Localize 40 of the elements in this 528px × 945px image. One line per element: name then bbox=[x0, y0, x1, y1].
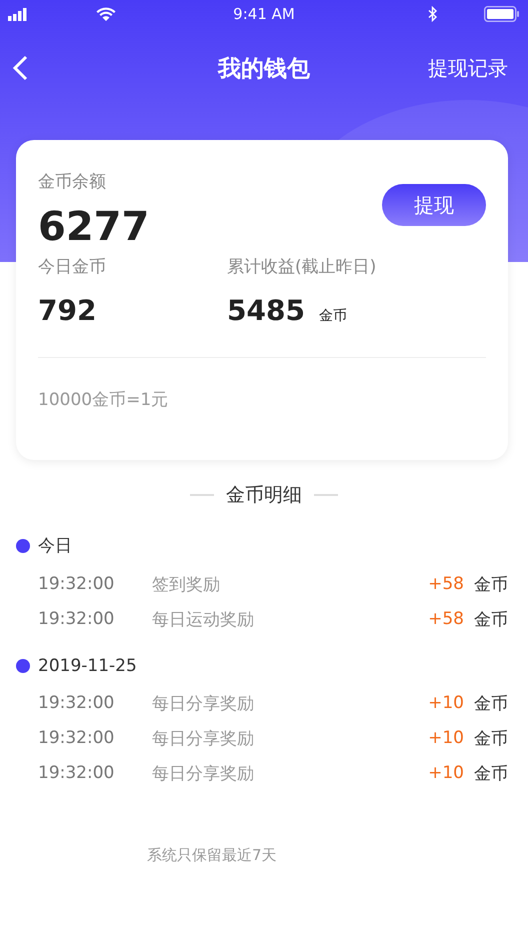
bluetooth-icon bbox=[428, 6, 438, 22]
entry-time: 19:32:00 bbox=[38, 693, 116, 713]
withdraw-button[interactable]: 提现 bbox=[382, 184, 486, 226]
group-date: 今日 bbox=[38, 535, 72, 557]
group-date: 2019-11-25 bbox=[38, 656, 137, 676]
wifi-icon bbox=[96, 7, 116, 21]
entry-time: 19:32:00 bbox=[38, 609, 116, 629]
section-title: 金币明细 bbox=[226, 483, 302, 508]
status-time: 9:41 AM bbox=[233, 5, 295, 23]
entry-amount: +10 bbox=[428, 728, 464, 748]
balance-label: 金币余额 bbox=[38, 171, 107, 193]
stat-label: 累计收益(截止昨日) bbox=[227, 256, 378, 278]
entry-unit: 金币 bbox=[474, 728, 508, 750]
stat-value: 5485 bbox=[227, 294, 305, 327]
page-title: 我的钱包 bbox=[218, 54, 310, 84]
entry-amount: +10 bbox=[428, 693, 464, 713]
entry-title: 每日分享奖励 bbox=[152, 762, 255, 784]
stat-label: 今日金币 bbox=[38, 256, 107, 278]
exchange-rate-note: 10000金币=1元 bbox=[38, 389, 170, 411]
entry-time: 19:32:00 bbox=[38, 763, 116, 783]
entry-amount: +10 bbox=[428, 763, 464, 783]
entry-title: 每日分享奖励 bbox=[152, 728, 255, 750]
balance-amount: 6277 bbox=[38, 205, 150, 249]
signal-icon bbox=[8, 8, 28, 20]
entry-unit: 金币 bbox=[474, 574, 508, 596]
entry-amount: +58 bbox=[428, 609, 464, 629]
entry-amount: +58 bbox=[428, 574, 464, 594]
stat-unit: 金币 bbox=[318, 307, 347, 325]
entry-time: 19:32:00 bbox=[38, 728, 116, 748]
entry-unit: 金币 bbox=[474, 762, 508, 784]
stat-value: 792 bbox=[38, 294, 96, 327]
battery-icon bbox=[484, 6, 520, 22]
entry-title: 每日运动奖励 bbox=[152, 608, 255, 630]
footer-note: 系统只保留最近7天 bbox=[147, 846, 277, 864]
entry-title: 每日分享奖励 bbox=[152, 692, 255, 714]
entry-unit: 金币 bbox=[474, 692, 508, 714]
entry-unit: 金币 bbox=[474, 608, 508, 630]
withdraw-history-link[interactable]: 提现记录 bbox=[428, 54, 508, 82]
entry-title: 签到奖励 bbox=[152, 574, 221, 596]
entry-time: 19:32:00 bbox=[38, 574, 116, 594]
